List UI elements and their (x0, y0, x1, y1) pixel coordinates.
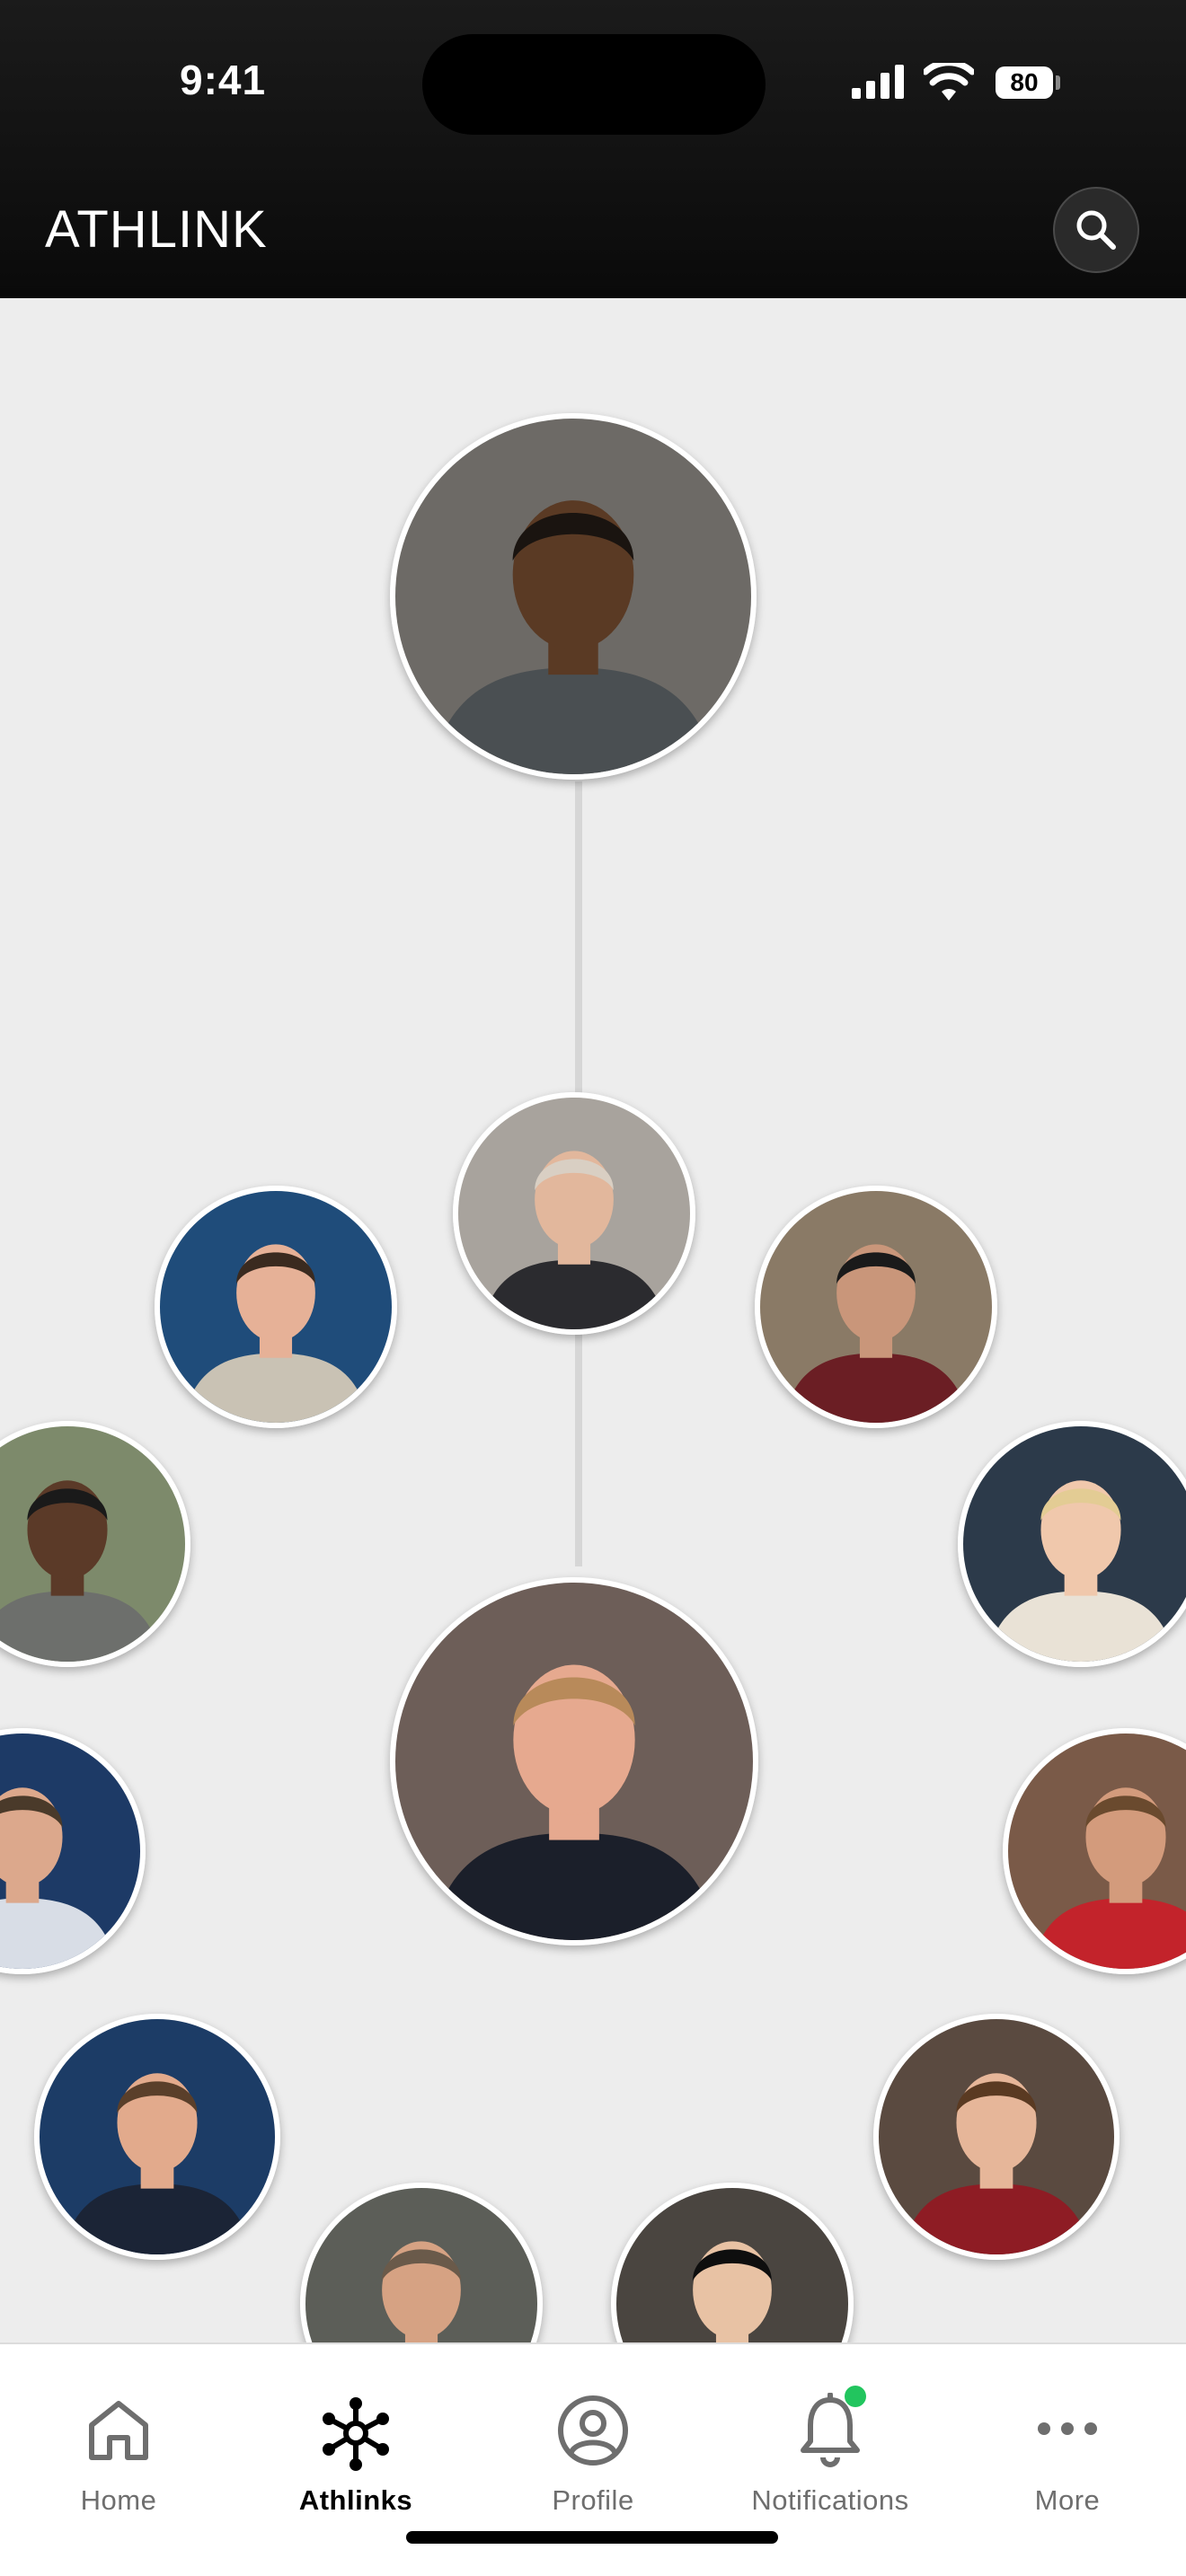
portrait-photo (395, 1583, 753, 1940)
portrait-photo (40, 2019, 275, 2254)
portrait-photo (160, 1191, 392, 1423)
profile-icon (558, 2395, 628, 2466)
dynamic-island (422, 34, 766, 135)
profile-avatar-coach-bottom-left[interactable] (300, 2183, 543, 2342)
tab-profile-label: Profile (552, 2484, 634, 2516)
app-header: 9:41 80 ATHLINK (0, 0, 1186, 298)
profile-avatar-coach-edge-left[interactable] (0, 1728, 146, 1974)
profile-avatar-athlete-main[interactable] (390, 413, 757, 780)
profile-avatar-coach-far-left[interactable] (0, 1421, 190, 1667)
profile-avatar-coach-center[interactable] (453, 1092, 695, 1335)
battery-indicator: 80 (996, 66, 1053, 99)
portrait-photo (760, 1191, 992, 1423)
status-time: 9:41 (180, 57, 267, 103)
portrait-photo (0, 1734, 140, 1969)
wifi-icon (924, 63, 974, 101)
profile-avatar-coach-low-left[interactable] (34, 2014, 280, 2260)
portrait-photo (879, 2019, 1114, 2254)
battery-nub (1056, 75, 1060, 90)
cellular-signal-icon (852, 65, 904, 99)
portrait-photo (458, 1098, 690, 1329)
tab-home-label: Home (80, 2484, 157, 2516)
portrait-photo (305, 2188, 537, 2342)
tab-notifications[interactable]: Notifications (712, 2371, 949, 2542)
connector-line (575, 1333, 582, 1566)
tab-athlinks[interactable]: Athlinks (237, 2371, 474, 2542)
profile-avatar-athlete-low-right[interactable] (873, 2014, 1120, 2260)
profile-avatar-coach-far-right[interactable] (958, 1421, 1186, 1667)
portrait-photo (0, 1426, 185, 1662)
notification-badge-dot (845, 2386, 866, 2407)
portrait-photo (395, 419, 751, 774)
portrait-photo (1008, 1734, 1186, 1969)
tab-home[interactable]: Home (0, 2371, 237, 2542)
tab-notifications-label: Notifications (751, 2484, 909, 2516)
portrait-photo (616, 2188, 848, 2342)
profile-avatar-coach-left[interactable] (155, 1186, 397, 1428)
search-icon (1076, 210, 1116, 250)
app-title: ATHLINK (45, 200, 268, 259)
connector-line (575, 781, 582, 1099)
profile-avatar-coach-right[interactable] (755, 1186, 997, 1428)
profile-avatar-coach-edge-right[interactable] (1003, 1728, 1186, 1974)
network-nodes-icon (323, 2397, 389, 2471)
tab-profile[interactable]: Profile (474, 2371, 712, 2542)
home-indicator (406, 2531, 778, 2544)
tab-athlinks-label: Athlinks (298, 2484, 413, 2516)
tab-more-label: More (1034, 2484, 1101, 2516)
home-icon (89, 2401, 148, 2460)
tab-more[interactable]: More (949, 2371, 1186, 2542)
athlink-network-graph (0, 298, 1186, 2342)
profile-avatar-person-bottom-right[interactable] (611, 2183, 854, 2342)
search-button[interactable] (1053, 187, 1139, 273)
more-dots-icon (1038, 2422, 1097, 2435)
portrait-photo (963, 1426, 1186, 1662)
profile-avatar-coach-featured[interactable] (390, 1577, 758, 1945)
